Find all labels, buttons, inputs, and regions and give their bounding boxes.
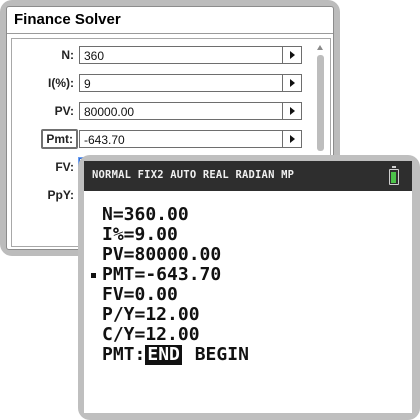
solved-marker-icon (91, 273, 96, 278)
line-pmt-text: PMT=-643.70 (102, 264, 222, 285)
line-pmt[interactable]: PMT=-643.70 (84, 265, 412, 285)
field-input-n[interactable]: 360 (79, 46, 283, 64)
scroll-thumb[interactable] (317, 55, 324, 151)
line-py[interactable]: P/Y=12.00 (84, 305, 412, 325)
status-bar-text: NORMAL FIX2 AUTO REAL RADIAN MP (92, 169, 295, 181)
field-label-i: I(%): (48, 76, 74, 90)
calculator-frame: NORMAL FIX2 AUTO REAL RADIAN MP N=360.00… (78, 155, 420, 420)
field-row-pmt: Pmt: -643.70 (12, 129, 312, 151)
finance-solver-title: Finance Solver (14, 11, 121, 28)
calculator-status-bar: NORMAL FIX2 AUTO REAL RADIAN MP (84, 161, 412, 191)
line-cy-text: C/Y=12.00 (102, 324, 200, 345)
field-label-fv: FV: (55, 160, 74, 174)
field-input-pv[interactable]: 80000.00 (79, 102, 283, 120)
field-row-i: I(%): 9 (12, 73, 312, 95)
field-row-pv: PV: 80000.00 (12, 101, 312, 123)
line-cy[interactable]: C/Y=12.00 (84, 325, 412, 345)
field-input-pmt[interactable]: -643.70 (79, 130, 283, 148)
pmt-mode-row: PMT: END BEGIN (102, 345, 251, 365)
tvm-solver-lines: N=360.00 I%=9.00 PV=80000.00 PMT=-643.70… (84, 205, 412, 365)
battery-level-icon (391, 172, 396, 183)
line-i-text: I%=9.00 (102, 224, 178, 245)
chevron-right-icon (289, 107, 295, 115)
field-row-n: N: 360 (12, 45, 312, 67)
chevron-right-icon (289, 135, 295, 143)
calculator-screen: NORMAL FIX2 AUTO REAL RADIAN MP N=360.00… (84, 161, 412, 413)
line-n[interactable]: N=360.00 (84, 205, 412, 225)
battery-icon (389, 166, 399, 185)
field-pv-dropdown-button[interactable] (282, 102, 302, 120)
line-fv-text: FV=0.00 (102, 284, 178, 305)
scroll-up-arrow-icon[interactable] (317, 45, 323, 50)
line-pv[interactable]: PV=80000.00 (84, 245, 412, 265)
field-i-dropdown-button[interactable] (282, 74, 302, 92)
field-pmt-dropdown-button[interactable] (282, 130, 302, 148)
chevron-right-icon (289, 79, 295, 87)
line-n-text: N=360.00 (102, 204, 189, 225)
field-label-n: N: (61, 48, 74, 62)
title-divider (7, 33, 333, 34)
field-label-pv: PV: (54, 104, 74, 118)
field-input-i[interactable]: 9 (79, 74, 283, 92)
pmt-mode-end-option[interactable]: END (145, 345, 182, 365)
field-n-dropdown-button[interactable] (282, 46, 302, 64)
line-i[interactable]: I%=9.00 (84, 225, 412, 245)
pmt-mode-label: PMT: (102, 344, 146, 365)
field-label-ppy: PpY: (47, 188, 74, 202)
line-pv-text: PV=80000.00 (102, 244, 222, 265)
line-pmt-mode: PMT: END BEGIN (84, 345, 412, 365)
field-label-pmt[interactable]: Pmt: (41, 129, 78, 149)
line-py-text: P/Y=12.00 (102, 304, 200, 325)
line-fv[interactable]: FV=0.00 (84, 285, 412, 305)
chevron-right-icon (289, 51, 295, 59)
pmt-mode-begin-option[interactable]: BEGIN (193, 345, 251, 365)
